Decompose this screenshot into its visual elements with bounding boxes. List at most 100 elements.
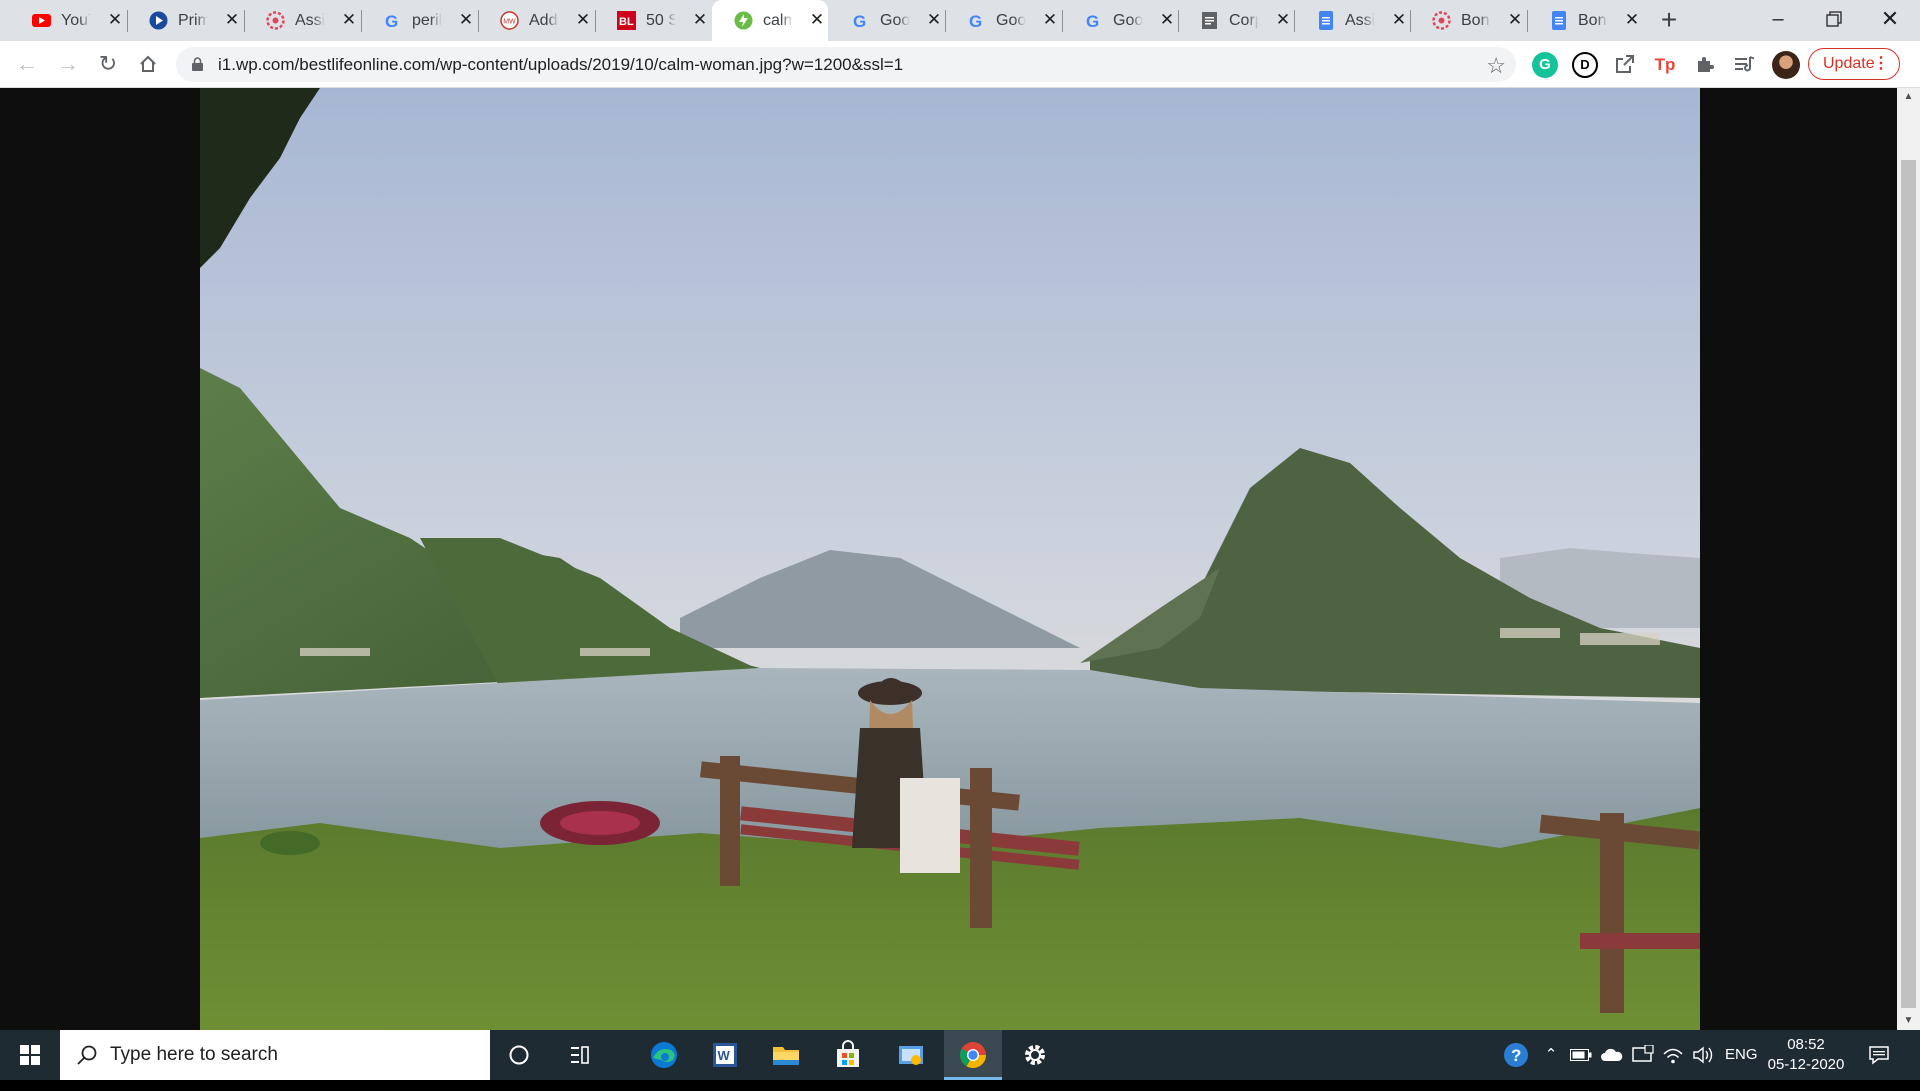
close-tab-icon[interactable]: ✕ (924, 9, 944, 31)
svg-text:MW: MW (503, 19, 516, 26)
close-tab-icon[interactable]: ✕ (1040, 9, 1060, 31)
dashlane-icon[interactable]: D (1572, 52, 1598, 78)
tab-title: calm- (763, 11, 793, 30)
svg-text:G: G (1086, 12, 1099, 30)
google-icon: G (853, 12, 866, 30)
close-tab-icon[interactable]: ✕ (690, 9, 710, 31)
tab-calm-woman-active[interactable]: calm- ✕ (712, 0, 828, 42)
cortana-icon[interactable] (497, 1030, 541, 1080)
grammarly-icon[interactable]: G (1532, 52, 1558, 78)
youtube-icon (32, 14, 51, 27)
update-button[interactable]: Update ⋮ (1808, 48, 1900, 80)
address-bar[interactable]: i1.wp.com/bestlifeonline.com/wp-content/… (176, 47, 1516, 82)
close-tab-icon[interactable]: ✕ (1273, 9, 1293, 31)
chrome-taskbar-icon[interactable] (944, 1030, 1002, 1080)
close-tab-icon[interactable]: ✕ (1505, 9, 1525, 31)
asana-icon (1432, 11, 1451, 30)
tab-assignment[interactable]: Assignment ✕ (244, 0, 360, 41)
file-explorer-icon[interactable] (764, 1030, 808, 1080)
svg-text:BL: BL (619, 16, 634, 28)
browser-toolbar: ← → ↻ i1.wp.com/bestlifeonline.com/wp-co… (0, 41, 1920, 88)
vertical-scrollbar[interactable]: ▲ ▼ (1897, 88, 1920, 1030)
reload-icon[interactable]: ↻ (94, 50, 122, 78)
url-text[interactable]: i1.wp.com/bestlifeonline.com/wp-content/… (218, 55, 903, 75)
forward-arrow-icon[interactable]: → (54, 50, 82, 78)
tab-corpus[interactable]: Corpus ✕ (1178, 0, 1294, 41)
clock-time: 08:52 (1787, 1036, 1825, 1053)
control-panel-icon[interactable] (889, 1030, 933, 1080)
scrollbar-thumb[interactable] (1901, 160, 1916, 1008)
close-tab-icon[interactable]: ✕ (105, 9, 125, 31)
lock-icon[interactable] (192, 57, 203, 71)
tp-extension-icon[interactable]: Tp (1652, 52, 1678, 78)
calm-woman-photo[interactable] (200, 88, 1700, 1030)
tab-strip: YouTube ✕ Prime Video ✕ Assignment ✕ G p… (0, 0, 1920, 42)
bestlife-icon: BL (617, 11, 636, 30)
close-tab-icon[interactable]: ✕ (573, 9, 593, 31)
word-icon[interactable]: W (703, 1030, 747, 1080)
help-question-icon[interactable]: ? (1502, 1030, 1532, 1080)
tab-title: Bonus (1461, 11, 1491, 30)
tab-bonus-docs[interactable]: Bonus ✕ (1527, 0, 1643, 41)
tab-bestlife[interactable]: BL 50 Sy ✕ (595, 0, 711, 41)
microsoft-store-icon[interactable] (826, 1030, 870, 1080)
language-indicator[interactable]: ENG (1725, 1030, 1758, 1080)
restore-window-icon[interactable] (1806, 0, 1862, 41)
settings-gear-icon[interactable] (1013, 1030, 1057, 1080)
tab-merriam-webster[interactable]: MW Add T ✕ (478, 0, 594, 41)
tab-google-peril[interactable]: G peril ✕ (361, 0, 477, 41)
home-icon[interactable] (134, 50, 162, 78)
bookmark-star-icon[interactable]: ☆ (1486, 53, 1506, 79)
tab-assignment-docs[interactable]: Assignment ✕ (1294, 0, 1410, 41)
svg-text:G: G (853, 12, 866, 30)
close-window-icon[interactable]: ✕ (1862, 0, 1918, 41)
clock-date: 05-12-2020 (1767, 1056, 1845, 1073)
tab-youtube[interactable]: YouTube ✕ (10, 0, 126, 41)
taskbar-search-box[interactable]: Type here to search (60, 1030, 490, 1080)
close-tab-icon[interactable]: ✕ (1157, 9, 1177, 31)
tab-title: Google (996, 11, 1026, 30)
close-tab-icon[interactable]: ✕ (807, 9, 827, 31)
close-tab-icon[interactable]: ✕ (456, 9, 476, 31)
back-arrow-icon[interactable]: ← (13, 50, 41, 78)
image-viewer (0, 88, 1920, 1030)
scroll-down-arrow-icon[interactable]: ▼ (1897, 1012, 1920, 1030)
close-tab-icon[interactable]: ✕ (339, 9, 359, 31)
search-icon (77, 1045, 97, 1065)
edge-browser-icon[interactable] (642, 1030, 686, 1080)
show-hidden-icons-chevron-icon[interactable]: ⌃ (1541, 1030, 1561, 1080)
share-icon[interactable] (1611, 50, 1639, 78)
onedrive-cloud-icon[interactable] (1600, 1030, 1626, 1080)
tab-google-1[interactable]: G Google ✕ (829, 0, 945, 41)
more-menu-icon[interactable]: ⋮ (1873, 49, 1889, 79)
close-tab-icon[interactable]: ✕ (222, 9, 242, 31)
new-tab-plus-icon[interactable]: + (1654, 6, 1684, 36)
tab-bonus-asana[interactable]: Bonus ✕ (1410, 0, 1526, 41)
tab-title: Bonus (1578, 11, 1608, 30)
wifi-icon[interactable] (1662, 1030, 1686, 1080)
tab-title: 50 Sy (646, 11, 676, 30)
google-icon: G (385, 12, 398, 30)
close-tab-icon[interactable]: ✕ (1389, 9, 1409, 31)
display-sync-icon[interactable] (1632, 1030, 1656, 1080)
tab-google-3[interactable]: G Google ✕ (1062, 0, 1178, 41)
extensions-puzzle-icon[interactable] (1691, 50, 1719, 78)
minimize-icon[interactable]: – (1750, 0, 1806, 41)
tab-title: peril (412, 11, 442, 30)
start-windows-icon[interactable] (0, 1030, 60, 1080)
close-tab-icon[interactable]: ✕ (1622, 9, 1642, 31)
tab-prime-video[interactable]: Prime Video ✕ (127, 0, 243, 41)
tab-google-2[interactable]: G Google ✕ (945, 0, 1061, 41)
update-label: Update (1823, 55, 1875, 72)
tab-title: YouTube (61, 11, 91, 30)
media-controls-icon[interactable] (1731, 50, 1759, 78)
volume-icon[interactable] (1692, 1030, 1716, 1080)
action-center-notification-icon[interactable] (1868, 1030, 1908, 1080)
system-clock[interactable]: 08:52 05-12-2020 (1756, 1035, 1856, 1075)
scroll-up-arrow-icon[interactable]: ▲ (1897, 88, 1920, 106)
svg-text:G: G (385, 12, 398, 30)
profile-avatar[interactable] (1772, 51, 1800, 79)
task-view-icon[interactable] (558, 1030, 602, 1080)
landscape-photo-illustration (200, 88, 1700, 1030)
battery-icon[interactable] (1570, 1030, 1594, 1080)
